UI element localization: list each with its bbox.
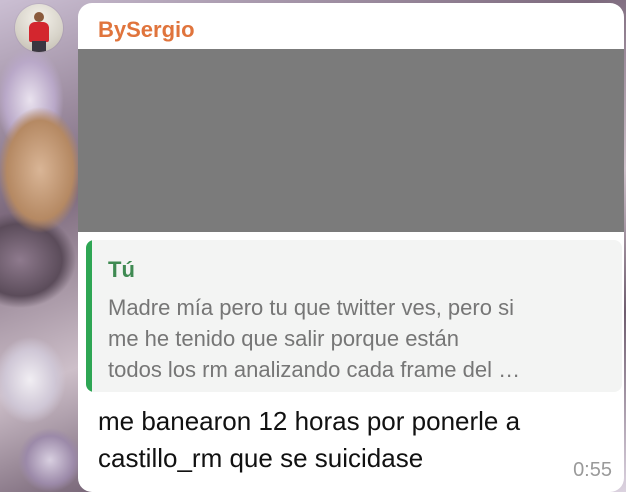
reply-text-line: Madre mía pero tu que twitter ves, pero … bbox=[108, 295, 514, 320]
avatar-figure-head bbox=[34, 12, 44, 22]
message-text-line: castillo_rm que se suicidase bbox=[98, 443, 424, 473]
reply-author: Tú bbox=[108, 257, 135, 282]
message-timestamp: 0:55 bbox=[573, 459, 612, 481]
reply-text-line: me he tenido que salir porque están bbox=[108, 326, 460, 351]
reply-text-line: todos los rm analizando cada frame del … bbox=[108, 357, 521, 382]
avatar-figure-legs bbox=[32, 41, 46, 52]
avatar-figure-shirt bbox=[29, 22, 49, 42]
message-text-line: me banearon 12 horas por ponerle a bbox=[98, 406, 521, 436]
sender-avatar[interactable] bbox=[15, 4, 63, 52]
reply-accent-bar bbox=[86, 240, 92, 392]
media-placeholder[interactable] bbox=[78, 49, 624, 232]
message-bubble[interactable]: BySergio Tú Madre mía pero tu que twitte… bbox=[78, 3, 624, 492]
sender-name[interactable]: BySergio bbox=[98, 17, 195, 43]
reply-quote[interactable]: Tú Madre mía pero tu que twitter ves, pe… bbox=[86, 240, 622, 392]
reply-text: Madre mía pero tu que twitter ves, pero … bbox=[108, 292, 620, 385]
message-text: me banearon 12 horas por ponerle a casti… bbox=[98, 403, 578, 477]
